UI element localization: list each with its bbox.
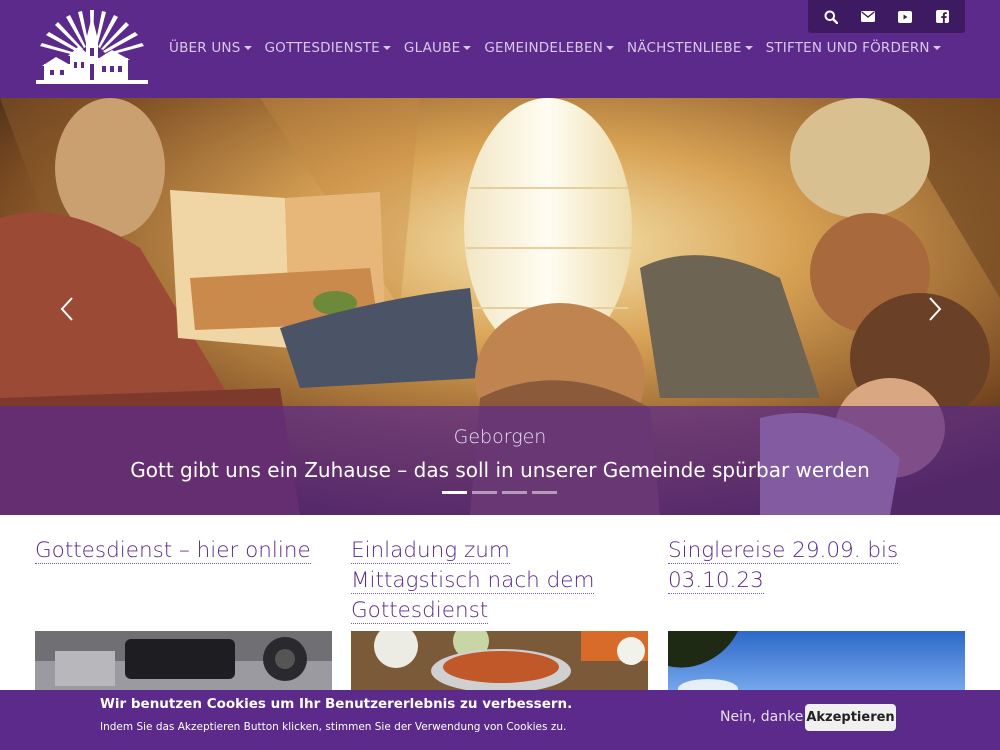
nav-label: GEMEINDELEBEN bbox=[484, 40, 604, 56]
nav-item-glaube[interactable]: GLAUBE bbox=[403, 40, 472, 56]
teaser-title-link[interactable]: Einladung zum Mittagstisch nach dem Gott… bbox=[351, 536, 641, 626]
cookie-title: Wir benutzen Cookies um Ihr Benutzererle… bbox=[100, 696, 573, 712]
cookie-decline-button[interactable]: Nein, danke bbox=[720, 709, 803, 725]
nav-item-ueber-uns[interactable]: ÜBER UNS bbox=[169, 40, 252, 56]
caret-down-icon bbox=[606, 46, 615, 50]
teaser-image-soup[interactable] bbox=[351, 631, 648, 691]
caret-down-icon bbox=[932, 46, 941, 50]
nav-label: GLAUBE bbox=[403, 40, 461, 56]
teaser-gottesdienst-online: Gottesdienst – hier online bbox=[35, 536, 325, 566]
carousel-prev-button[interactable] bbox=[56, 295, 80, 323]
teaser-title: Gottesdienst – hier online bbox=[35, 538, 311, 564]
teaser-singlereise: Singlereise 29.09. bis 03.10.23 bbox=[668, 536, 958, 596]
caret-down-icon bbox=[382, 46, 391, 50]
teaser-title: Einladung zum Mittagstisch nach dem Gott… bbox=[351, 538, 595, 624]
nav-label: ÜBER UNS bbox=[169, 40, 241, 56]
caret-down-icon bbox=[243, 46, 252, 50]
site-header: ÜBER UNS GOTTESDIENSTE GLAUBE GEMEINDELE… bbox=[0, 0, 1000, 98]
carousel-indicator-1[interactable] bbox=[442, 491, 467, 494]
teaser-image-camera[interactable] bbox=[35, 631, 332, 691]
hero-carousel: Geborgen Gott gibt uns ein Zuhause – das… bbox=[0, 98, 1000, 515]
cookie-text: Indem Sie das Akzeptieren Button klicken… bbox=[100, 721, 567, 733]
carousel-caption-text: Gott gibt uns ein Zuhause – das soll in … bbox=[130, 458, 870, 482]
teaser-title-link[interactable]: Gottesdienst – hier online bbox=[35, 536, 325, 566]
carousel-next-button[interactable] bbox=[922, 295, 946, 323]
social-icon-bar bbox=[808, 0, 965, 33]
cookie-consent-bar: Wir benutzen Cookies um Ihr Benutzererle… bbox=[0, 690, 1000, 750]
nav-label: GOTTESDIENSTE bbox=[264, 40, 380, 56]
caret-down-icon bbox=[463, 46, 472, 50]
nav-label: STIFTEN UND FÖRDERN bbox=[765, 40, 930, 56]
nav-item-stiften-und-foerdern[interactable]: STIFTEN UND FÖRDERN bbox=[766, 40, 941, 56]
youtube-icon[interactable] bbox=[893, 5, 917, 29]
envelope-icon[interactable] bbox=[856, 5, 880, 29]
teaser-mittagstisch: Einladung zum Mittagstisch nach dem Gott… bbox=[351, 536, 641, 626]
carousel-indicator-3[interactable] bbox=[502, 491, 527, 494]
teaser-title: Singlereise 29.09. bis 03.10.23 bbox=[668, 538, 899, 594]
carousel-indicator-2[interactable] bbox=[472, 491, 497, 494]
nav-item-gemeindeleben[interactable]: GEMEINDELEBEN bbox=[484, 40, 615, 56]
carousel-caption-title: Geborgen bbox=[453, 426, 547, 448]
church-logo[interactable] bbox=[34, 6, 150, 86]
search-icon[interactable] bbox=[819, 5, 843, 29]
caret-down-icon bbox=[744, 46, 753, 50]
main-nav: ÜBER UNS GOTTESDIENSTE GLAUBE GEMEINDELE… bbox=[169, 40, 954, 56]
cookie-accept-button[interactable]: Akzeptieren bbox=[805, 704, 896, 731]
nav-item-gottesdienste[interactable]: GOTTESDIENSTE bbox=[265, 40, 391, 56]
carousel-indicator-4[interactable] bbox=[532, 491, 557, 494]
nav-item-naechstenliebe[interactable]: NÄCHSTENLIEBE bbox=[627, 40, 753, 56]
teaser-image-sky[interactable] bbox=[668, 631, 965, 691]
carousel-indicators bbox=[442, 491, 557, 494]
teaser-title-link[interactable]: Singlereise 29.09. bis 03.10.23 bbox=[668, 536, 958, 596]
nav-label: NÄCHSTENLIEBE bbox=[627, 40, 742, 56]
facebook-icon[interactable] bbox=[930, 5, 954, 29]
